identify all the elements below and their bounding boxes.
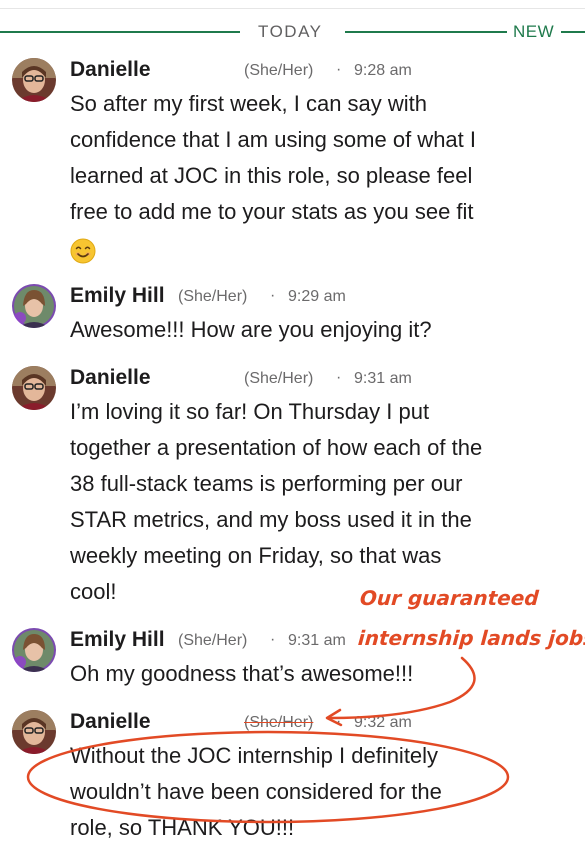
message-line: I’m loving it so far! On Thursday I put — [70, 399, 430, 424]
message-line: together a presentation of how each of t… — [70, 435, 483, 460]
avatar-danielle[interactable] — [12, 710, 56, 754]
message-body: Awesome!!! How are you enjoying it? — [70, 312, 570, 348]
smiling-face-emoji-icon — [70, 238, 96, 264]
message-line: Awesome!!! How are you enjoying it? — [70, 317, 432, 342]
avatar-emily-hill[interactable] — [12, 284, 56, 328]
sender-name[interactable]: Danielle — [70, 58, 151, 81]
divider-line-left — [0, 31, 240, 33]
sender-pronouns: (She/Her) — [178, 632, 248, 649]
message-header: Emily Hill (She/Her) · 9:31 am — [70, 628, 346, 656]
message-body: Oh my goodness that’s awesome!!! — [70, 656, 570, 692]
message-timestamp[interactable]: 9:32 am — [354, 714, 412, 732]
avatar-image — [12, 284, 56, 328]
annotation-line-2: internship lands jobs — [357, 626, 585, 650]
sender-name[interactable]: Emily Hill — [70, 284, 165, 307]
message-header: Emily Hill (She/Her) · 9:29 am — [70, 284, 346, 312]
message-line: Without the JOC internship I definitely — [70, 743, 439, 768]
message-line: STAR metrics, and my boss used it in the — [70, 507, 472, 532]
sender-pronouns: (She/Her) — [178, 288, 248, 305]
avatar-danielle[interactable] — [12, 366, 56, 410]
sender-pronouns: (She/Her) — [244, 62, 314, 79]
message-body: So after my first week, I can say with c… — [70, 86, 570, 230]
message-line: Oh my goodness that’s awesome!!! — [70, 661, 414, 686]
avatar-image — [12, 628, 56, 672]
top-border — [0, 8, 585, 9]
message-line: wouldn’t have been considered for the — [70, 779, 442, 804]
message-body: Without the JOC internship I definitely … — [70, 738, 570, 846]
divider-line-middle — [345, 31, 507, 33]
separator-dot: · — [336, 369, 342, 386]
message-line: 38 full-stack teams is performing per ou… — [70, 471, 463, 496]
avatar-image — [12, 710, 56, 754]
avatar-image — [12, 366, 56, 410]
message-header: Danielle (She/Her) · 9:31 am — [70, 366, 412, 394]
annotation-line-1: Our guaranteed — [359, 586, 540, 610]
message-line: free to add me to your stats as you see … — [70, 199, 474, 224]
avatar-danielle[interactable] — [12, 58, 56, 102]
separator-dot: · — [270, 287, 276, 304]
separator-dot: · — [336, 61, 342, 78]
message-header: Danielle (She/Her) · 9:32 am — [70, 710, 412, 738]
message-line: weekly meeting on Friday, so that was — [70, 543, 442, 568]
separator-dot: · — [270, 631, 276, 648]
date-divider: TODAY NEW — [0, 20, 585, 44]
message-timestamp[interactable]: 9:31 am — [288, 632, 346, 650]
message-timestamp[interactable]: 9:31 am — [354, 370, 412, 388]
avatar-emily-hill[interactable] — [12, 628, 56, 672]
separator-dot: · — [336, 713, 342, 730]
sender-name[interactable]: Danielle — [70, 710, 151, 733]
message-line: learned at JOC in this role, so please f… — [70, 163, 473, 188]
message-body: I’m loving it so far! On Thursday I put … — [70, 394, 570, 610]
message-header: Danielle (She/Her) · 9:28 am — [70, 58, 412, 86]
sender-pronouns: (She/Her) — [244, 714, 314, 731]
message-line: role, so THANK YOU!!! — [70, 815, 295, 840]
sender-pronouns: (She/Her) — [244, 370, 314, 387]
avatar-image — [12, 58, 56, 102]
message-line: So after my first week, I can say with — [70, 91, 428, 116]
new-messages-label: NEW — [513, 22, 555, 41]
message-timestamp[interactable]: 9:28 am — [354, 62, 412, 80]
message-line: confidence that I am using some of what … — [70, 127, 477, 152]
divider-line-right — [561, 31, 585, 33]
date-divider-label: TODAY — [258, 22, 323, 41]
sender-name[interactable]: Emily Hill — [70, 628, 165, 651]
sender-name[interactable]: Danielle — [70, 366, 151, 389]
message-timestamp[interactable]: 9:29 am — [288, 288, 346, 306]
